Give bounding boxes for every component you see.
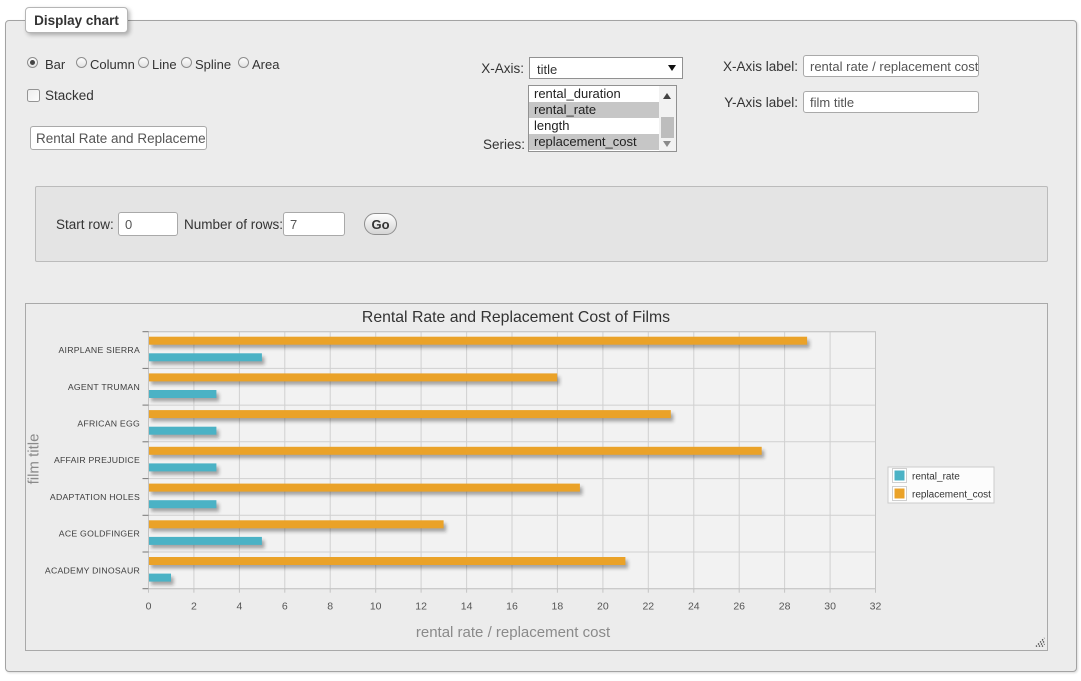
svg-text:26: 26 — [733, 601, 745, 613]
svg-text:32: 32 — [870, 601, 882, 613]
svg-text:18: 18 — [552, 601, 564, 613]
svg-text:2: 2 — [191, 601, 197, 613]
svg-text:6: 6 — [282, 601, 288, 613]
svg-text:22: 22 — [642, 601, 654, 613]
svg-text:24: 24 — [688, 601, 700, 613]
svg-text:AFRICAN EGG: AFRICAN EGG — [77, 419, 140, 429]
svg-text:4: 4 — [236, 601, 242, 613]
svg-text:ACADEMY DINOSAUR: ACADEMY DINOSAUR — [45, 565, 140, 575]
svg-text:Rental Rate and Replacement Co: Rental Rate and Replacement Cost of Film… — [362, 309, 670, 326]
svg-text:ACE GOLDFINGER: ACE GOLDFINGER — [59, 529, 140, 539]
svg-text:ADAPTATION HOLES: ADAPTATION HOLES — [50, 492, 140, 502]
svg-text:AGENT TRUMAN: AGENT TRUMAN — [68, 382, 140, 392]
svg-text:20: 20 — [597, 601, 609, 613]
svg-text:16: 16 — [506, 601, 518, 613]
svg-text:rental rate / replacement cost: rental rate / replacement cost — [416, 624, 611, 641]
svg-text:10: 10 — [370, 601, 382, 613]
svg-text:14: 14 — [461, 601, 473, 613]
svg-text:rental_rate: rental_rate — [912, 472, 960, 483]
svg-text:replacement_cost: replacement_cost — [912, 490, 991, 501]
svg-text:film title: film title — [26, 434, 43, 485]
svg-text:28: 28 — [779, 601, 791, 613]
svg-text:0: 0 — [146, 601, 152, 613]
svg-text:30: 30 — [824, 601, 836, 613]
svg-text:8: 8 — [327, 601, 333, 613]
svg-text:AIRPLANE SIERRA: AIRPLANE SIERRA — [59, 345, 140, 355]
svg-text:AFFAIR PREJUDICE: AFFAIR PREJUDICE — [54, 455, 140, 465]
svg-text:12: 12 — [415, 601, 427, 613]
